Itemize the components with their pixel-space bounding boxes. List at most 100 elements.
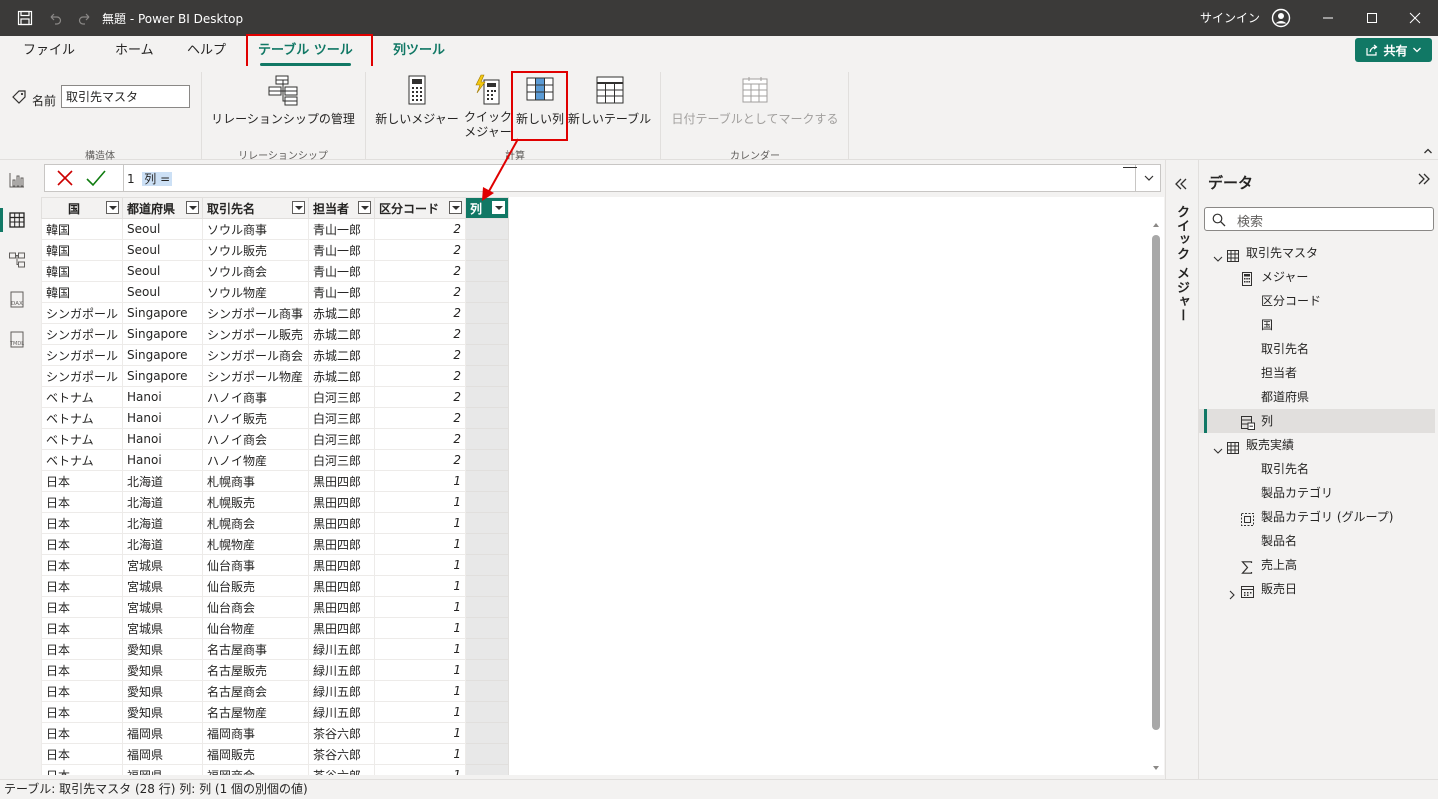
- table-cell-new-column[interactable]: [465, 554, 510, 576]
- table-cell[interactable]: 北海道: [122, 512, 204, 534]
- signin-link[interactable]: サインイン: [1200, 0, 1260, 36]
- table-cell[interactable]: 茶谷六郎: [308, 743, 376, 765]
- table-cell[interactable]: 愛知県: [122, 659, 204, 681]
- table-cell[interactable]: 2: [374, 260, 467, 282]
- table-cell[interactable]: 緑川五郎: [308, 659, 376, 681]
- table-cell[interactable]: シンガポール商会: [202, 344, 310, 366]
- table-cell-new-column[interactable]: [465, 722, 510, 744]
- table-cell[interactable]: 2: [374, 302, 467, 324]
- filter-dropdown-icon[interactable]: [292, 201, 306, 214]
- table-cell[interactable]: 福岡県: [122, 764, 204, 775]
- table-cell[interactable]: シンガポール: [41, 344, 124, 366]
- table-cell[interactable]: 日本: [41, 596, 124, 618]
- table-cell[interactable]: 韓国: [41, 260, 124, 282]
- table-cell[interactable]: 黒田四郎: [308, 596, 376, 618]
- table-cell[interactable]: 白河三郎: [308, 428, 376, 450]
- tree-table-item[interactable]: 販売実績: [1199, 433, 1435, 457]
- table-cell[interactable]: Seoul: [122, 239, 204, 261]
- table-cell-new-column[interactable]: [465, 344, 510, 366]
- table-cell[interactable]: ソウル物産: [202, 281, 310, 303]
- tab-home[interactable]: ホーム: [115, 40, 154, 66]
- tree-field-item[interactable]: 区分コード: [1199, 289, 1435, 313]
- table-cell[interactable]: 2: [374, 281, 467, 303]
- table-row[interactable]: 日本 愛知県 名古屋物産 緑川五郎 1: [41, 701, 510, 723]
- report-view-button[interactable]: [0, 162, 34, 198]
- table-cell-new-column[interactable]: [465, 533, 510, 555]
- table-cell[interactable]: 2: [374, 239, 467, 261]
- table-cell[interactable]: 青山一郎: [308, 260, 376, 282]
- table-cell[interactable]: 赤城二郎: [308, 302, 376, 324]
- table-cell[interactable]: Singapore: [122, 323, 204, 345]
- table-cell[interactable]: 愛知県: [122, 680, 204, 702]
- table-cell[interactable]: 2: [374, 386, 467, 408]
- table-cell[interactable]: 名古屋商事: [202, 638, 310, 660]
- tree-field-item[interactable]: 取引先名: [1199, 337, 1435, 361]
- column-header[interactable]: 取引先名: [202, 197, 310, 219]
- table-cell[interactable]: 1: [374, 701, 467, 723]
- share-button[interactable]: 共有: [1355, 38, 1432, 62]
- table-cell[interactable]: シンガポール販売: [202, 323, 310, 345]
- data-search-input[interactable]: 検索: [1204, 207, 1434, 231]
- table-cell[interactable]: シンガポール商事: [202, 302, 310, 324]
- manage-relationships-button[interactable]: リレーションシップの管理: [207, 74, 359, 127]
- tree-field-item[interactable]: 売上高: [1199, 553, 1435, 577]
- quick-measure-button[interactable]: クイック メジャー: [458, 74, 518, 140]
- table-cell-new-column[interactable]: [465, 680, 510, 702]
- table-cell[interactable]: 宮城県: [122, 554, 204, 576]
- table-cell[interactable]: 日本: [41, 575, 124, 597]
- table-row[interactable]: 日本 宮城県 仙台商会 黒田四郎 1: [41, 596, 510, 618]
- table-cell[interactable]: 日本: [41, 617, 124, 639]
- table-cell[interactable]: 北海道: [122, 491, 204, 513]
- tree-field-item[interactable]: 製品カテゴリ: [1199, 481, 1435, 505]
- table-cell[interactable]: 仙台商会: [202, 596, 310, 618]
- table-row[interactable]: 日本 愛知県 名古屋商会 緑川五郎 1: [41, 680, 510, 702]
- tree-field-item[interactable]: 製品カテゴリ (グループ): [1199, 505, 1435, 529]
- cancel-formula-icon[interactable]: [55, 168, 75, 188]
- chevron-right-icon[interactable]: [1227, 584, 1237, 608]
- table-cell[interactable]: ソウル商事: [202, 218, 310, 240]
- table-cell[interactable]: 2: [374, 407, 467, 429]
- table-row[interactable]: 韓国 Seoul ソウル商事 青山一郎 2: [41, 218, 510, 240]
- table-cell[interactable]: 札幌商事: [202, 470, 310, 492]
- table-cell[interactable]: シンガポール: [41, 302, 124, 324]
- table-cell[interactable]: 名古屋物産: [202, 701, 310, 723]
- table-cell[interactable]: 福岡販売: [202, 743, 310, 765]
- table-row[interactable]: 日本 北海道 札幌物産 黒田四郎 1: [41, 533, 510, 555]
- table-cell-new-column[interactable]: [465, 302, 510, 324]
- table-cell-new-column[interactable]: [465, 701, 510, 723]
- table-cell[interactable]: 白河三郎: [308, 449, 376, 471]
- table-row[interactable]: 日本 宮城県 仙台物産 黒田四郎 1: [41, 617, 510, 639]
- table-cell[interactable]: 黒田四郎: [308, 512, 376, 534]
- table-cell[interactable]: 1: [374, 617, 467, 639]
- table-cell[interactable]: Hanoi: [122, 407, 204, 429]
- table-cell-new-column[interactable]: [465, 617, 510, 639]
- filter-dropdown-icon[interactable]: [106, 201, 120, 214]
- table-cell[interactable]: 仙台商事: [202, 554, 310, 576]
- table-cell-new-column[interactable]: [465, 764, 510, 775]
- table-cell[interactable]: 1: [374, 722, 467, 744]
- table-cell[interactable]: ハノイ販売: [202, 407, 310, 429]
- quick-measure-pane-title[interactable]: クイック メジャー: [1172, 205, 1191, 323]
- dax-query-view-button[interactable]: DAX: [0, 282, 34, 318]
- table-cell-new-column[interactable]: [465, 218, 510, 240]
- mark-as-date-table-button[interactable]: 日付テーブルとしてマークする: [668, 74, 842, 127]
- maximize-button[interactable]: [1349, 0, 1395, 36]
- table-cell[interactable]: Seoul: [122, 218, 204, 240]
- table-cell-new-column[interactable]: [465, 575, 510, 597]
- table-cell[interactable]: 仙台販売: [202, 575, 310, 597]
- table-cell[interactable]: Hanoi: [122, 449, 204, 471]
- table-cell[interactable]: 1: [374, 533, 467, 555]
- table-cell[interactable]: 緑川五郎: [308, 701, 376, 723]
- table-cell[interactable]: 日本: [41, 743, 124, 765]
- table-cell[interactable]: 青山一郎: [308, 218, 376, 240]
- close-button[interactable]: [1392, 0, 1438, 36]
- table-cell[interactable]: 青山一郎: [308, 281, 376, 303]
- table-cell[interactable]: 2: [374, 344, 467, 366]
- table-cell-new-column[interactable]: [465, 638, 510, 660]
- tree-table-item[interactable]: 取引先マスタ: [1199, 241, 1435, 265]
- table-cell[interactable]: 1: [374, 596, 467, 618]
- table-row[interactable]: シンガポール Singapore シンガポール販売 赤城二郎 2: [41, 323, 510, 345]
- table-cell[interactable]: 黒田四郎: [308, 470, 376, 492]
- tree-field-item[interactable]: 取引先名: [1199, 457, 1435, 481]
- table-cell[interactable]: 黒田四郎: [308, 575, 376, 597]
